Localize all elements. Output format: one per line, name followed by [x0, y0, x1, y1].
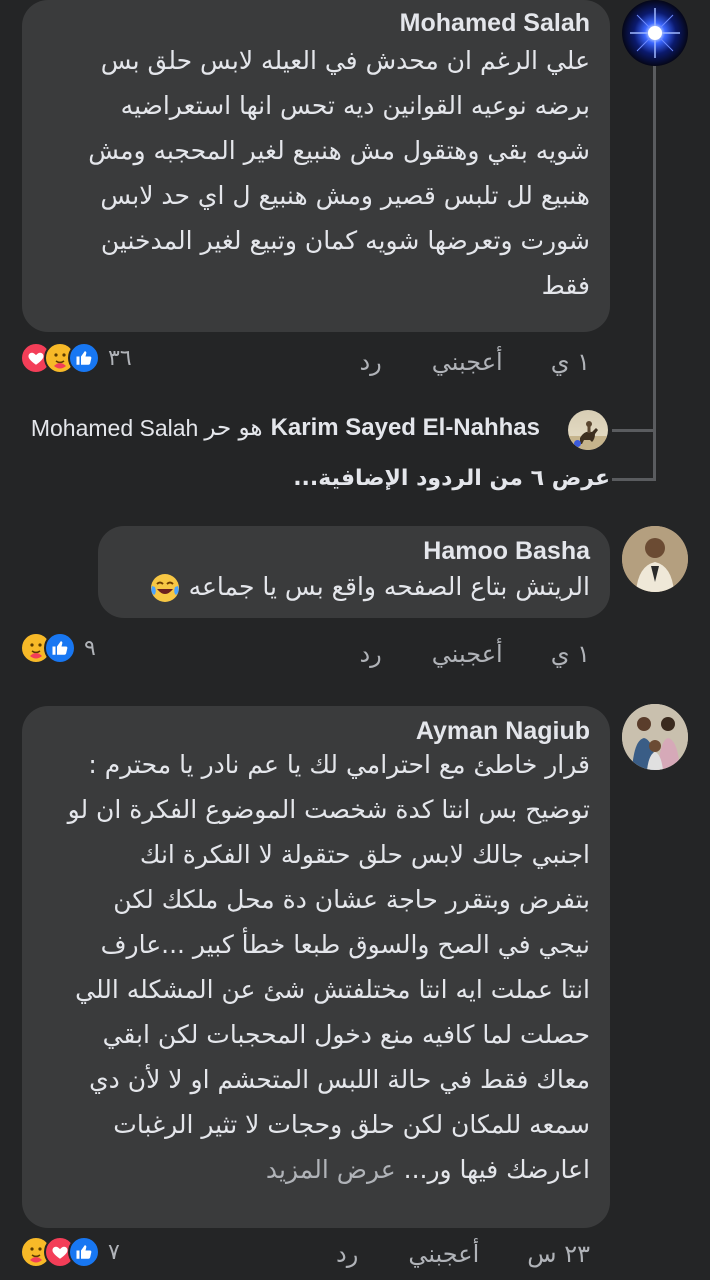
comment-time[interactable]: ١ ي	[551, 348, 590, 376]
view-more-replies-button[interactable]: عرض ٦ من الردود الإضافية...	[293, 466, 610, 491]
avatar-ayman-nagiub[interactable]	[622, 704, 688, 770]
thread-line-branch-2	[612, 478, 656, 481]
comment-line: علي الرغم ان محدش في العيله لابس حلق بس	[100, 46, 590, 75]
avatar-mohamed-salah[interactable]	[622, 0, 688, 66]
reply-author[interactable]: Karim Sayed El-Nahhas	[271, 414, 540, 442]
reaction-summary[interactable]: ٣٦	[20, 342, 132, 374]
comment-line: اجنبي جالك لابس حلق حتقولة لا الفكرة انك	[139, 840, 590, 869]
reaction-summary[interactable]: ٧	[20, 1236, 120, 1268]
thread-line-branch-1	[612, 429, 656, 432]
comment-line: هنبيع لل تلبس قصير ومش هنبيع ل اي حد لاب…	[100, 181, 590, 210]
person-photo-icon	[622, 526, 688, 592]
like-button[interactable]: أعجبني	[432, 640, 503, 668]
reply-text: هو حر	[204, 415, 263, 441]
comment-time[interactable]: ١ ي	[551, 640, 590, 668]
comment-line: معاك فقط في حالة اللبس المتحشم او لا لأن…	[89, 1065, 590, 1094]
like-button[interactable]: أعجبني	[408, 1240, 479, 1268]
reaction-icons	[20, 342, 100, 374]
reaction-count: ٧	[108, 1239, 120, 1265]
comment-line: بتفرض وبتقرر حاجة عشان دة محل ملكك لكن	[113, 885, 590, 914]
like-button[interactable]: أعجبني	[432, 348, 503, 376]
comment-author[interactable]: Mohamed Salah	[42, 6, 590, 40]
comment-author[interactable]: Hamoo Basha	[118, 534, 590, 568]
comment-line: حصلت لما كافيه منع دخول المحجبات لكن ابق…	[102, 1020, 590, 1049]
reply-button[interactable]: رد	[336, 1240, 358, 1268]
comment-line: الريتش بتاع الصفحه واقع بس يا جماعه	[118, 564, 590, 609]
comment-text: الريتش بتاع الصفحه واقع بس يا جماعه	[188, 572, 590, 601]
comments-page: Mohamed Salah علي الرغم ان محدش في العيل…	[0, 0, 710, 1280]
like-icon	[68, 1236, 100, 1268]
lens-flare-icon	[630, 8, 680, 58]
comment-time[interactable]: ٢٣ س	[527, 1240, 590, 1268]
comment-line: شويه بقي وهتقول مش هنبيع لغير المحجبه وم…	[88, 136, 590, 165]
comment-actions: ٢٣ س أعجبني رد	[336, 1240, 590, 1268]
reply-button[interactable]: رد	[359, 348, 381, 376]
comment-actions: ١ ي أعجبني رد	[359, 348, 590, 376]
family-photo-icon	[622, 704, 688, 770]
comment-line: نيجي في الصح والسوق طبعا خطأ كبير ...عار…	[100, 930, 590, 959]
comment-bubble: Ayman Nagiub قرار خاطئ مع احترامي لك يا …	[22, 706, 610, 1228]
avatar-karim-sayed[interactable]	[568, 410, 608, 450]
thread-line-vertical	[653, 62, 656, 480]
comment-bubble: Hamoo Basha الريتش بتاع الصفحه واقع بس ي…	[98, 526, 610, 618]
comment-line: برضه نوعيه القوانين ديه تحس انها استعراض…	[120, 91, 590, 120]
comment-line: شورت وتعرضها شويه كمان وتبيع لغير المدخن…	[100, 226, 590, 255]
see-more-button[interactable]: عرض المزيد	[266, 1155, 396, 1184]
comment-line: انتا عملت ايه انتا مختلفتش شئ عن المشكله…	[75, 975, 590, 1004]
reaction-icons	[20, 632, 76, 664]
reply-preview[interactable]: Karim Sayed El-Nahhas هو حر Mohamed Sala…	[31, 414, 552, 442]
reply-button[interactable]: رد	[359, 640, 381, 668]
reaction-count: ٩	[84, 635, 96, 661]
laughing-tears-emoji	[149, 572, 181, 604]
reaction-summary[interactable]: ٩	[20, 632, 96, 664]
comment-line: اعارضك فيها ور... عرض المزيد	[42, 1147, 590, 1192]
comment-line: توضيح بس انتا كدة شخصت الموضوع الفكرة ان…	[67, 795, 590, 824]
like-icon	[44, 632, 76, 664]
comment-line: سمعه للمكان لكن حلق وحجات لا تثير الرغبا…	[113, 1110, 590, 1139]
comment-line: قرار خاطئ مع احترامي لك يا عم نادر يا مح…	[88, 750, 590, 779]
reaction-icons	[20, 1236, 100, 1268]
comment-line: فقط	[541, 271, 590, 300]
verified-dot	[574, 440, 581, 447]
reaction-count: ٣٦	[108, 345, 132, 371]
like-icon	[68, 342, 100, 374]
comment-text: اعارضك فيها ور...	[403, 1155, 590, 1184]
reply-mention[interactable]: Mohamed Salah	[31, 415, 199, 442]
comment-actions: ١ ي أعجبني رد	[359, 640, 590, 668]
avatar-hamoo-basha[interactable]	[622, 526, 688, 592]
comment-bubble: Mohamed Salah علي الرغم ان محدش في العيل…	[22, 0, 610, 332]
